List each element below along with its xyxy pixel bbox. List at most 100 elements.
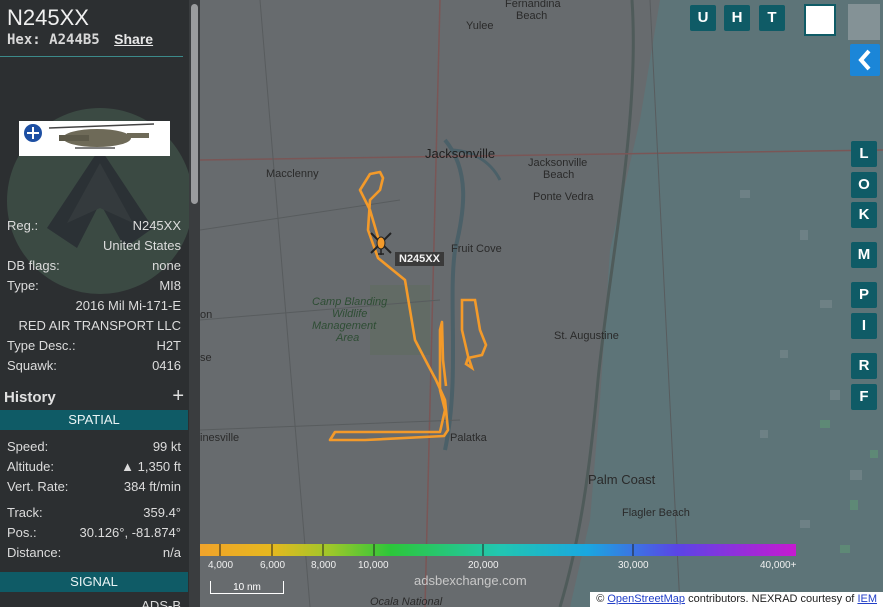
altitude-legend-label: 20,000 — [468, 560, 499, 571]
flight-track — [328, 170, 488, 442]
place-label: Jacksonville — [425, 146, 496, 161]
reg-row: Reg.: N245XX — [7, 216, 181, 236]
typedesc-label: Type Desc.: — [7, 338, 76, 353]
osm-link[interactable]: OpenStreetMap — [607, 593, 685, 605]
map-button-u[interactable]: U — [690, 5, 716, 31]
altitude-label: Altitude: — [7, 459, 54, 474]
aircraft-sidebar: N245XX Hex: A244B5 Share Reg.: N245XX Un… — [0, 0, 200, 607]
map-button-t[interactable]: T — [759, 5, 785, 31]
map-view[interactable]: N245XX Fernandina Beach Yulee Jacksonvil… — [200, 0, 883, 607]
attribution-text: contributors. NEXRAD courtesy of — [688, 593, 855, 605]
history-header[interactable]: History + — [0, 385, 188, 409]
dbflags-value: none — [152, 258, 181, 273]
place-label: on — [200, 309, 213, 321]
altitude-legend-label: 6,000 — [260, 560, 286, 571]
map-button-o[interactable]: O — [851, 172, 877, 198]
place-label: Ponte Vedra — [533, 191, 594, 203]
track-value: 359.4° — [143, 505, 181, 520]
country-row: United States — [7, 236, 181, 256]
squawk-row: Squawk: 0416 — [7, 356, 181, 376]
type-value: MI8 — [159, 278, 181, 293]
map-button-h[interactable]: H — [724, 5, 750, 31]
history-expand-icon[interactable]: + — [172, 385, 184, 408]
place-label: se — [200, 352, 212, 364]
place-label: Wildlife — [332, 308, 368, 320]
type-label: Type: — [7, 278, 39, 293]
place-label: Palatka — [450, 432, 487, 444]
position-label: Pos.: — [7, 525, 37, 540]
altitude-legend-label: 10,000 — [358, 560, 389, 571]
model-row: 2016 Mil Mi-171-E — [7, 296, 182, 316]
vertrate-value: 384 ft/min — [123, 479, 181, 494]
position-row: Pos.: 30.126°, -81.874° — [7, 523, 181, 543]
distance-value: n/a — [162, 545, 181, 560]
place-label: Palm Coast — [588, 472, 656, 487]
map-button-f[interactable]: F — [851, 384, 877, 410]
map-settings-panel-toggle[interactable] — [848, 4, 880, 40]
model-value: 2016 Mil Mi-171-E — [75, 298, 182, 313]
place-label: Jacksonville — [528, 157, 588, 169]
source-row: ADS-B — [7, 596, 181, 607]
speed-row: Speed: 99 kt — [7, 437, 181, 457]
header-divider — [0, 56, 183, 57]
place-label: Flagler Beach — [622, 507, 690, 519]
altitude-color-legend — [200, 544, 796, 556]
squawk-label: Squawk: — [7, 358, 57, 373]
hex-value: A244B5 — [49, 32, 100, 48]
place-label: Macclenny — [266, 168, 319, 180]
chevron-left-icon — [858, 49, 871, 71]
squawk-value: 0416 — [152, 358, 181, 373]
reg-label: Reg.: — [7, 218, 39, 233]
altitude-legend-label: 8,000 — [311, 560, 337, 571]
signal-section-header: SIGNAL — [0, 572, 188, 592]
aircraft-photo[interactable] — [19, 121, 170, 156]
altitude-legend-label: 4,000 — [208, 560, 234, 571]
speed-value: 99 kt — [152, 439, 181, 454]
dbflags-row: DB flags: none — [7, 256, 181, 276]
speed-label: Speed: — [7, 439, 49, 454]
spatial-section-header: SPATIAL — [0, 410, 188, 430]
map-button-m[interactable]: M — [851, 242, 877, 268]
hex-label: Hex: — [7, 32, 41, 48]
reg-value: N245XX — [132, 218, 181, 233]
typedesc-value: H2T — [156, 338, 181, 353]
altitude-legend-label: 40,000+ — [760, 560, 797, 571]
vertrate-label: Vert. Rate: — [7, 479, 69, 494]
distance-row: Distance: n/a — [7, 543, 181, 563]
type-row: Type: MI8 — [7, 276, 181, 296]
map-watermark: adsbexchange.com — [414, 573, 527, 588]
helicopter-icon[interactable] — [368, 230, 394, 256]
place-label: Yulee — [466, 20, 494, 32]
share-link[interactable]: Share — [114, 31, 153, 47]
track-label: Track: — [7, 505, 43, 520]
map-button-k[interactable]: K — [851, 202, 877, 228]
altitude-row: Altitude: ▲ 1,350 ft — [7, 457, 181, 477]
owner-row: RED AIR TRANSPORT LLC — [7, 316, 181, 336]
place-label: Beach — [543, 169, 575, 181]
country-value: United States — [102, 238, 181, 253]
sidebar-collapse-button[interactable] — [850, 44, 880, 76]
track-row: Track: 359.4° — [7, 503, 181, 523]
map-scale-bar: 10 nm — [210, 581, 284, 594]
dbflags-label: DB flags: — [7, 258, 60, 273]
history-label: History — [4, 389, 56, 406]
place-label: inesville — [200, 432, 240, 444]
map-button-l[interactable]: L — [851, 141, 877, 167]
aircraft-map-label[interactable]: N245XX — [395, 252, 444, 266]
source-value: ADS-B — [141, 598, 181, 607]
place-label: St. Augustine — [554, 330, 619, 342]
owner-value: RED AIR TRANSPORT LLC — [18, 318, 181, 333]
position-value: 30.126°, -81.874° — [79, 525, 181, 540]
map-button-i[interactable]: I — [851, 313, 877, 339]
map-button-p[interactable]: P — [851, 282, 877, 308]
iem-link[interactable]: IEM — [857, 593, 877, 605]
sidebar-scroll-thumb[interactable] — [191, 4, 198, 204]
aircraft-registration-title: N245XX — [7, 5, 89, 30]
place-label: Beach — [516, 10, 548, 22]
place-label: Camp Blanding — [312, 296, 388, 308]
place-label: Ocala National — [370, 596, 443, 607]
map-button-r[interactable]: R — [851, 353, 877, 379]
place-label: Management — [312, 320, 377, 332]
vertrate-row: Vert. Rate: 384 ft/min — [7, 477, 181, 497]
map-layers-button[interactable] — [804, 4, 836, 36]
